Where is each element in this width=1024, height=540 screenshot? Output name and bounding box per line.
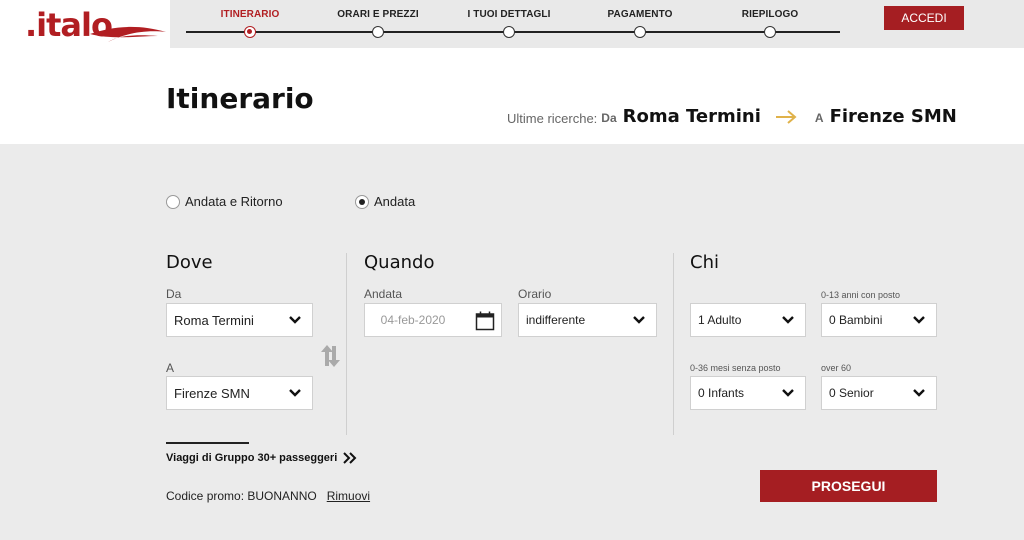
chi-title: Chi: [690, 252, 719, 273]
recent-from-label: Da: [601, 111, 617, 125]
double-chevron-right-icon: [343, 452, 357, 464]
title-band: Itinerario Ultime ricerche: Da Roma Term…: [0, 48, 1024, 144]
adults-select[interactable]: 1 Adulto: [690, 303, 806, 337]
step-label: ORARI E PREZZI: [337, 9, 419, 20]
recent-to-city: Firenze SMN: [829, 105, 957, 127]
step-label: ITINERARIO: [220, 9, 280, 20]
top-bar: .italo ITINERARIO ORARI E PREZZI I TUOI …: [0, 0, 1024, 48]
recent-prefix: Ultime ricerche:: [507, 110, 598, 126]
from-station-value: Roma Termini: [174, 312, 254, 328]
group-travel-link[interactable]: Viaggi di Gruppo 30+ passeggeri: [166, 452, 357, 464]
time-select[interactable]: indifferente: [518, 303, 657, 337]
recent-search[interactable]: Ultime ricerche: Da Roma Termini A Firen…: [507, 103, 957, 129]
promo-text: Codice promo: BUONANNO: [166, 489, 317, 503]
step-dot: [244, 26, 256, 38]
recent-to-label: A: [814, 111, 824, 125]
swap-stations-icon[interactable]: [319, 344, 341, 368]
step-dot: [503, 26, 515, 38]
italo-logo[interactable]: .italo: [0, 0, 170, 48]
proceed-button[interactable]: PROSEGUI: [760, 470, 937, 502]
step-dot: [764, 26, 776, 38]
step-dot: [634, 26, 646, 38]
step-label: RIEPILOGO: [741, 9, 799, 20]
page-title: Itinerario: [166, 82, 314, 115]
arrow-right-icon: [775, 110, 797, 124]
step-orari-prezzi[interactable]: ORARI E PREZZI: [308, 0, 448, 48]
step-riepilogo[interactable]: RIEPILOGO: [700, 0, 840, 48]
infants-value: 0 Infants: [698, 386, 745, 400]
from-station-select[interactable]: Roma Termini: [166, 303, 313, 337]
radio-andata-ritorno[interactable]: Andata e Ritorno: [166, 194, 283, 209]
chevron-down-icon: [633, 316, 645, 324]
senior-label: over 60: [821, 363, 852, 373]
date-value: 04-feb-2020: [380, 313, 446, 327]
group-link-label: Viaggi di Gruppo 30+ passeggeri: [166, 452, 338, 464]
step-pagamento[interactable]: PAGAMENTO: [570, 0, 710, 48]
senior-select[interactable]: 0 Senior: [821, 376, 937, 410]
chevron-down-icon: [913, 389, 925, 397]
step-itinerario[interactable]: ITINERARIO: [180, 0, 320, 48]
step-dot: [372, 26, 384, 38]
children-select[interactable]: 0 Bambini: [821, 303, 937, 337]
from-label: Da: [166, 287, 182, 301]
recent-from-city: Roma Termini: [622, 105, 761, 127]
group-link-rule: [166, 442, 249, 444]
time-label: Orario: [518, 287, 552, 301]
radio-label: Andata e Ritorno: [185, 194, 283, 209]
radio-andata[interactable]: Andata: [355, 194, 415, 209]
calendar-icon[interactable]: [475, 311, 495, 331]
adults-value: 1 Adulto: [698, 313, 742, 327]
login-button[interactable]: ACCEDI: [884, 6, 964, 30]
infants-select[interactable]: 0 Infants: [690, 376, 806, 410]
promo-code: Codice promo: BUONANNO Rimuovi: [166, 489, 370, 503]
divider: [673, 253, 674, 435]
step-label: PAGAMENTO: [607, 9, 673, 20]
step-tuoi-dettagli[interactable]: I TUOI DETTAGLI: [439, 0, 579, 48]
to-station-select[interactable]: Firenze SMN: [166, 376, 313, 410]
date-label: Andata: [364, 287, 403, 301]
chevron-down-icon: [782, 316, 794, 324]
chevron-down-icon: [289, 316, 301, 324]
children-value: 0 Bambini: [829, 313, 883, 327]
to-station-value: Firenze SMN: [174, 385, 250, 401]
divider: [346, 253, 347, 435]
date-input[interactable]: 04-feb-2020: [364, 303, 502, 337]
quando-title: Quando: [364, 252, 435, 273]
promo-remove-link[interactable]: Rimuovi: [327, 489, 370, 503]
chevron-down-icon: [782, 389, 794, 397]
chevron-down-icon: [913, 316, 925, 324]
radio-circle[interactable]: [166, 194, 180, 209]
dove-title: Dove: [166, 252, 213, 273]
step-label: I TUOI DETTAGLI: [467, 9, 551, 20]
radio-circle[interactable]: [355, 194, 369, 209]
senior-value: 0 Senior: [829, 386, 874, 400]
infants-label: 0-36 mesi senza posto: [690, 363, 781, 373]
chevron-down-icon: [289, 389, 301, 397]
to-label: A: [166, 361, 175, 375]
logo-swoosh-icon: [90, 26, 166, 42]
time-value: indifferente: [526, 313, 586, 327]
children-label: 0-13 anni con posto: [821, 290, 901, 300]
radio-label: Andata: [374, 194, 416, 209]
